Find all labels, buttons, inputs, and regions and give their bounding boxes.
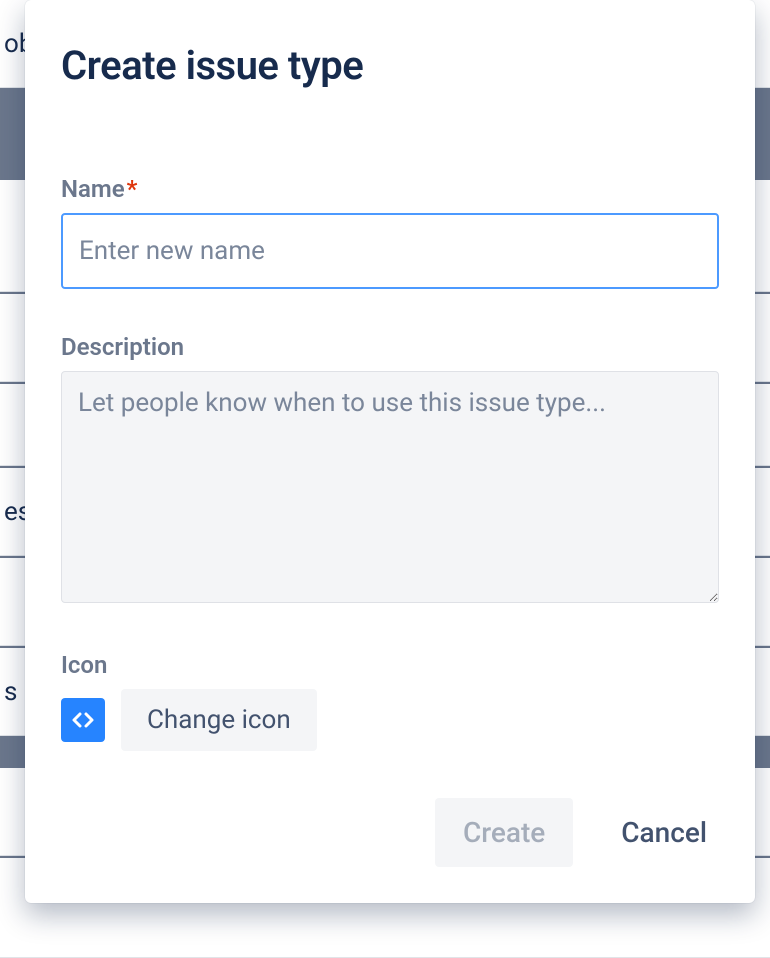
icon-label: Icon (61, 651, 719, 679)
create-issue-type-modal: Create issue type Name* Description Icon… (25, 0, 755, 903)
change-icon-button[interactable]: Change icon (121, 689, 317, 751)
description-input[interactable] (61, 371, 719, 603)
modal-title: Create issue type (61, 42, 719, 89)
description-label: Description (61, 333, 719, 361)
cancel-button[interactable]: Cancel (609, 798, 719, 867)
issue-type-icon[interactable] (61, 698, 105, 742)
icon-field-group: Icon Change icon (61, 651, 719, 751)
angle-brackets-icon (71, 708, 95, 732)
modal-footer: Create Cancel (61, 768, 719, 867)
description-field-group: Description (61, 333, 719, 607)
name-input[interactable] (61, 213, 719, 289)
bg-text: s (4, 677, 17, 707)
name-label-text: Name (61, 175, 125, 203)
required-indicator: * (127, 175, 138, 203)
name-label: Name* (61, 175, 719, 203)
icon-row: Change icon (61, 689, 719, 751)
create-button[interactable]: Create (435, 798, 573, 867)
name-field-group: Name* (61, 175, 719, 289)
